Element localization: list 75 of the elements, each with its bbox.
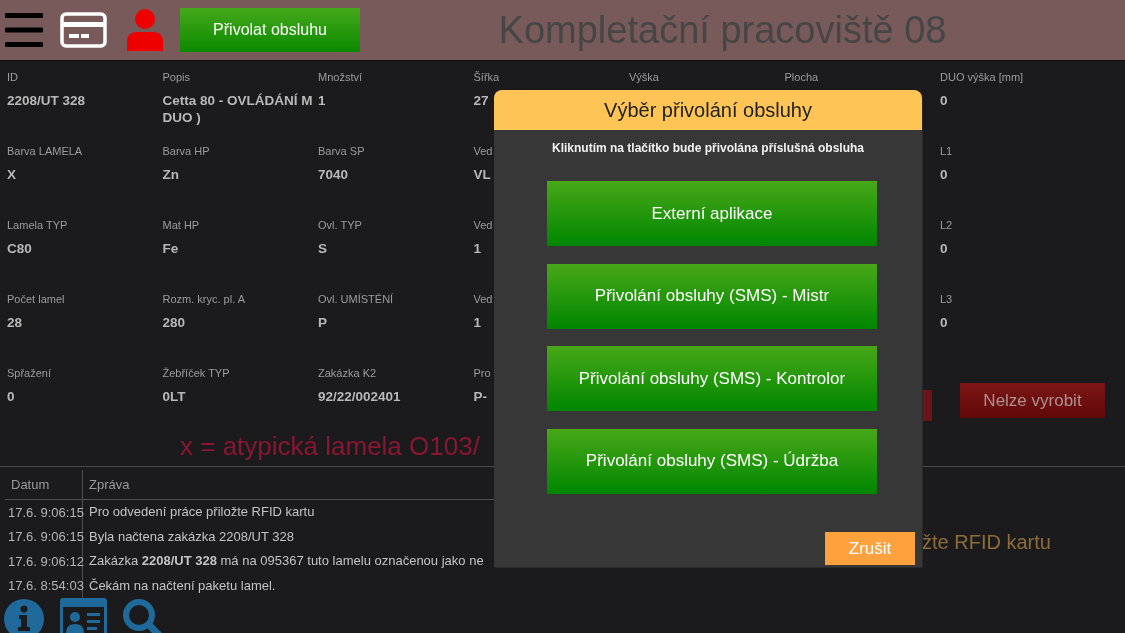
field-label: Výška	[629, 70, 659, 84]
field-label: ID	[7, 70, 18, 84]
field-label: Spřažení	[7, 366, 52, 380]
menu-icon[interactable]	[5, 13, 43, 47]
field-value: 0	[940, 240, 948, 257]
field-value: 1	[473, 240, 481, 257]
option-button[interactable]: Externí aplikace	[547, 181, 877, 246]
option-button[interactable]: Přivolání obsluhy (SMS) - Mistr	[547, 263, 877, 329]
log-time: 17.6. 9:06:12	[0, 549, 83, 574]
cannot-produce-button[interactable]: Nelze vyrobit	[960, 383, 1105, 418]
field-value: 2208/UT 328	[7, 92, 86, 109]
field-value: 1	[473, 314, 481, 331]
search-icon[interactable]	[122, 598, 164, 633]
field-value: 0	[940, 92, 948, 109]
field-value: 0	[940, 314, 948, 331]
field-label: Lamela TYP	[7, 218, 68, 232]
field-value: 28	[7, 314, 23, 331]
field-value: P-	[473, 388, 487, 405]
field-label: L3	[940, 292, 953, 306]
log-time: 17.6. 9:06:15	[0, 500, 83, 525]
field-value: S	[318, 240, 327, 257]
log-message: Byla načtena zakázka 2208/UT 328	[89, 528, 294, 545]
field-value: Fe	[162, 240, 179, 257]
option-button[interactable]: Přivolání obsluhy (SMS) - Údržba	[547, 428, 877, 494]
field-label: Zakázka K2	[318, 366, 377, 380]
cancel-button[interactable]: Zrušit	[825, 532, 915, 565]
field-label: Barva LAMELA	[7, 144, 83, 158]
field-label: L2	[940, 218, 953, 232]
log-message: Zakázka 2208/UT 328 má na 095367 tuto lamelu označenou jako ne	[89, 553, 484, 570]
field-value: 27	[473, 92, 489, 109]
field-label: Plocha	[784, 70, 819, 84]
field-label: Barva SP	[318, 144, 365, 158]
log-message: Pro odvedení práce přiložte RFID kartu	[89, 504, 315, 521]
field-value: 0LT	[162, 388, 186, 405]
field-value: P	[318, 314, 327, 331]
option-button[interactable]: Přivolání obsluhy (SMS) - Kontrolor	[547, 346, 877, 411]
warning-text: x = atypická lamela O103/	[180, 431, 480, 461]
field-label: Ved	[473, 218, 493, 232]
column-header: Datum	[5, 470, 83, 499]
field-label: Ovl. UMÍSTĚNÍ	[318, 292, 394, 306]
field-label: L1	[940, 144, 953, 158]
field-label: Mat HP	[162, 218, 200, 232]
dialog-subtitle: Kliknutím na tlačítko bude přivolána příslušná obsluha	[551, 140, 865, 156]
field-value: 280	[162, 314, 186, 331]
id-card-icon[interactable]	[60, 598, 107, 633]
field-value: 7040	[318, 166, 349, 183]
field-value: 1	[318, 92, 326, 109]
field-label: Pro	[473, 366, 491, 380]
field-value: X	[7, 166, 16, 183]
field-value: C80	[7, 240, 32, 257]
field-label: Popis	[162, 70, 191, 84]
field-label: Ved	[473, 292, 493, 306]
field-label: Množství	[318, 70, 362, 84]
field-label: Rozm. kryc. pl. A	[162, 292, 246, 306]
field-value: 0	[7, 388, 15, 405]
field-value: Cetta 80 - OVLÁDÁNÍ M DUO )	[162, 92, 314, 126]
field-value: Zn	[162, 166, 179, 183]
field-value: VL	[473, 166, 491, 183]
call-staff-button[interactable]: Přivolat obsluhu	[180, 8, 360, 52]
field-label: Barva HP	[162, 144, 210, 158]
field-value: 0	[940, 166, 948, 183]
field-label: Žebříček TYP	[162, 366, 230, 380]
field-label: Šířka	[473, 70, 500, 84]
status-message: žte RFID kartu	[922, 531, 1051, 553]
column-header: Zpráva	[88, 476, 130, 494]
dialog-title: Výběr přivolání obsluhy	[494, 90, 922, 130]
info-icon[interactable]	[3, 598, 45, 633]
log-message: Čekám na načtení paketu lamel.	[89, 577, 276, 594]
field-label: DUO výška [mm]	[940, 70, 1024, 84]
log-time: 17.6. 9:06:15	[0, 524, 83, 549]
field-value: 92/22/002401	[318, 388, 401, 405]
field-label: Počet lamel	[7, 292, 65, 306]
field-label: Ved	[473, 144, 493, 158]
field-label: Ovl. TYP	[318, 218, 362, 232]
card-icon[interactable]	[60, 12, 107, 48]
